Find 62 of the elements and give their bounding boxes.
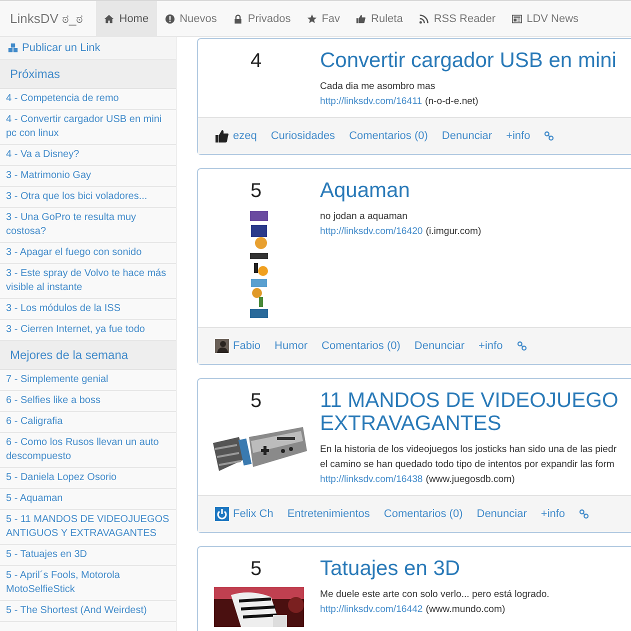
lock-icon — [232, 14, 243, 24]
vote-score: 5 — [250, 179, 262, 203]
report-link[interactable]: Denunciar — [476, 508, 527, 520]
source-domain: (n-o-d-e.net) — [425, 95, 478, 109]
source-domain: (i.imgur.com) — [426, 225, 482, 239]
info-link[interactable]: +info — [478, 340, 503, 352]
post-title[interactable]: Tatuajes en 3D — [320, 557, 631, 580]
post-title[interactable]: Convertir cargador USB en mini — [320, 49, 631, 72]
link-icon[interactable] — [579, 509, 590, 519]
home-icon — [104, 14, 114, 24]
info-link[interactable]: +info — [506, 130, 530, 142]
thumbs-up-icon — [356, 14, 366, 24]
short-link[interactable]: http://linksdv.com/16420 — [320, 224, 423, 239]
vote-score: 5 — [250, 389, 262, 413]
cubes-icon — [8, 43, 18, 53]
nav-tab[interactable]: RSS Reader — [410, 1, 504, 36]
link-icon[interactable] — [544, 131, 554, 141]
nav-tab[interactable]: Home — [96, 1, 157, 36]
link-icon[interactable] — [516, 341, 527, 351]
category-link[interactable]: Curiosidades — [270, 130, 336, 142]
source-domain: (www.mundo.com) — [426, 603, 506, 617]
rss-icon — [418, 14, 429, 24]
nav-tab[interactable]: Ruleta — [348, 1, 411, 36]
post-description: Cada dia me asombro mas — [320, 80, 436, 94]
vote-score: 4 — [250, 49, 262, 73]
post-title[interactable]: EXTRAVAGANTES — [320, 412, 631, 435]
nav-tab[interactable]: LDV News — [504, 1, 587, 36]
info-link[interactable]: +info — [540, 508, 566, 520]
post-title[interactable]: Aquaman — [320, 179, 631, 202]
short-link[interactable]: http://linksdv.com/16442 — [320, 602, 423, 617]
nav-tab[interactable]: Privados — [224, 1, 299, 36]
short-link[interactable]: http://linksdv.com/16411 — [320, 94, 422, 109]
comments-link[interactable]: Comentarios (0) — [384, 508, 463, 520]
report-link[interactable]: Denunciar — [442, 130, 492, 142]
post-description: En la historia de los videojuegos los josticks han sido una de las piedr — [320, 443, 618, 457]
short-link[interactable]: http://linksdv.com/16438 — [320, 472, 423, 487]
publish-link[interactable]: Publicar un Link — [0, 37, 176, 60]
newspaper-icon — [512, 14, 522, 24]
vote-score: 5 — [250, 557, 262, 581]
source-domain: (www.juegosdb.com) — [426, 473, 515, 487]
section-heading: Mejores de la semana — [0, 341, 176, 370]
nav-tab[interactable]: Fav — [298, 1, 348, 36]
post-description: Me duele este arte con solo verlo... pero está logrado. — [320, 588, 550, 602]
post-title[interactable]: 11 MANDOS DE VIDEOJUEGO — [320, 389, 631, 412]
author-link[interactable]: Fabio — [233, 340, 261, 352]
report-link[interactable]: Denunciar — [414, 340, 465, 352]
category-link[interactable]: Humor — [274, 340, 308, 352]
post-description: no jodan a aquaman — [320, 210, 408, 224]
alert-circle-icon — [164, 14, 175, 24]
power-icon — [215, 507, 229, 521]
comments-link[interactable]: Comentarios (0) — [322, 340, 400, 352]
avatar — [215, 339, 229, 353]
author-link[interactable]: Felix Ch — [233, 508, 274, 520]
author-link[interactable]: ezeq — [233, 130, 257, 142]
star-icon — [306, 14, 317, 24]
brand-logo[interactable]: LinksDV ಠ_ಠ — [0, 1, 96, 36]
post-description: el camino se han quedado todo tipo de intentos por expandir las form — [320, 458, 616, 472]
nav-tab[interactable]: Nuevos — [156, 1, 225, 36]
category-link[interactable]: Entretenimientos — [287, 508, 370, 520]
thumbs-up-icon — [215, 129, 229, 143]
comments-link[interactable]: Comentarios (0) — [349, 130, 428, 142]
section-heading: Próximas — [0, 60, 176, 89]
